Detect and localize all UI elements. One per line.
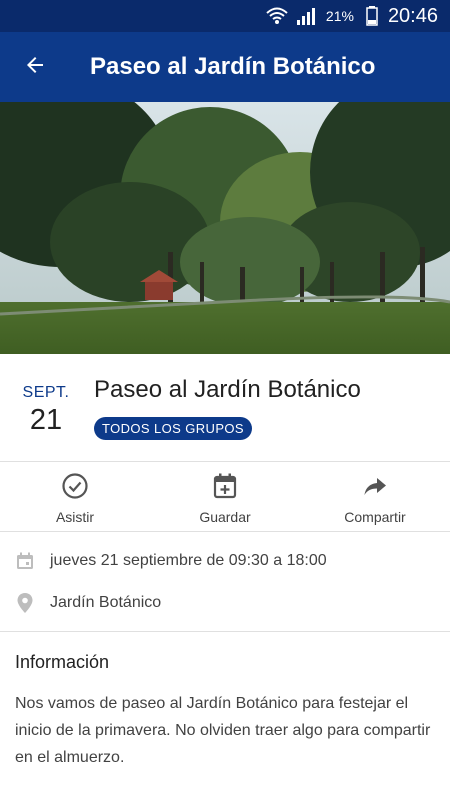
group-badge: TODOS LOS GRUPOS: [94, 417, 252, 440]
event-datetime: jueves 21 septiembre de 09:30 a 18:00: [50, 552, 327, 569]
event-location: Jardín Botánico: [50, 594, 162, 611]
event-day: 21: [29, 404, 63, 436]
event-date: SEPT. 21: [14, 384, 78, 437]
share-label: Compartir: [344, 509, 406, 525]
event-location-row: Jardín Botánico: [0, 583, 450, 623]
event-header: SEPT. 21 Paseo al Jardín Botánico TODOS …: [0, 354, 450, 462]
calendar-add-icon: [211, 472, 239, 505]
divider: [0, 531, 450, 532]
clock: 20:46: [387, 4, 438, 27]
event-datetime-row: jueves 21 septiembre de 09:30 a 18:00: [0, 541, 450, 581]
back-button[interactable]: [0, 32, 70, 102]
save-button[interactable]: Guardar: [150, 462, 300, 531]
status-bar: 21% 20:46: [0, 0, 450, 32]
share-icon: [361, 472, 389, 505]
event-month: SEPT.: [22, 384, 70, 401]
event-cover-image: [0, 102, 450, 354]
wifi-icon: [266, 6, 288, 26]
divider: [0, 631, 450, 632]
app-bar: Paseo al Jardín Botánico: [0, 32, 450, 102]
attend-label: Asistir: [55, 509, 95, 525]
check-circle-icon: [61, 472, 89, 505]
battery-percent: 21%: [325, 8, 354, 24]
app-bar-title: Paseo al Jardín Botánico: [90, 53, 376, 80]
signal-icon: [296, 6, 318, 26]
action-bar: Asistir Guardar Compartir: [0, 462, 450, 531]
info-heading: Información: [15, 652, 110, 672]
attend-button[interactable]: Asistir: [0, 462, 150, 531]
calendar-icon: [0, 551, 50, 571]
battery-icon: [366, 6, 378, 26]
info-description: Nos vamos de paseo al Jardín Botánico pa…: [15, 695, 431, 766]
share-button[interactable]: Compartir: [300, 462, 450, 531]
event-title: Paseo al Jardín Botánico: [94, 376, 361, 403]
save-label: Guardar: [199, 509, 251, 525]
location-pin-icon: [0, 592, 50, 614]
arrow-left-icon: [23, 53, 47, 82]
